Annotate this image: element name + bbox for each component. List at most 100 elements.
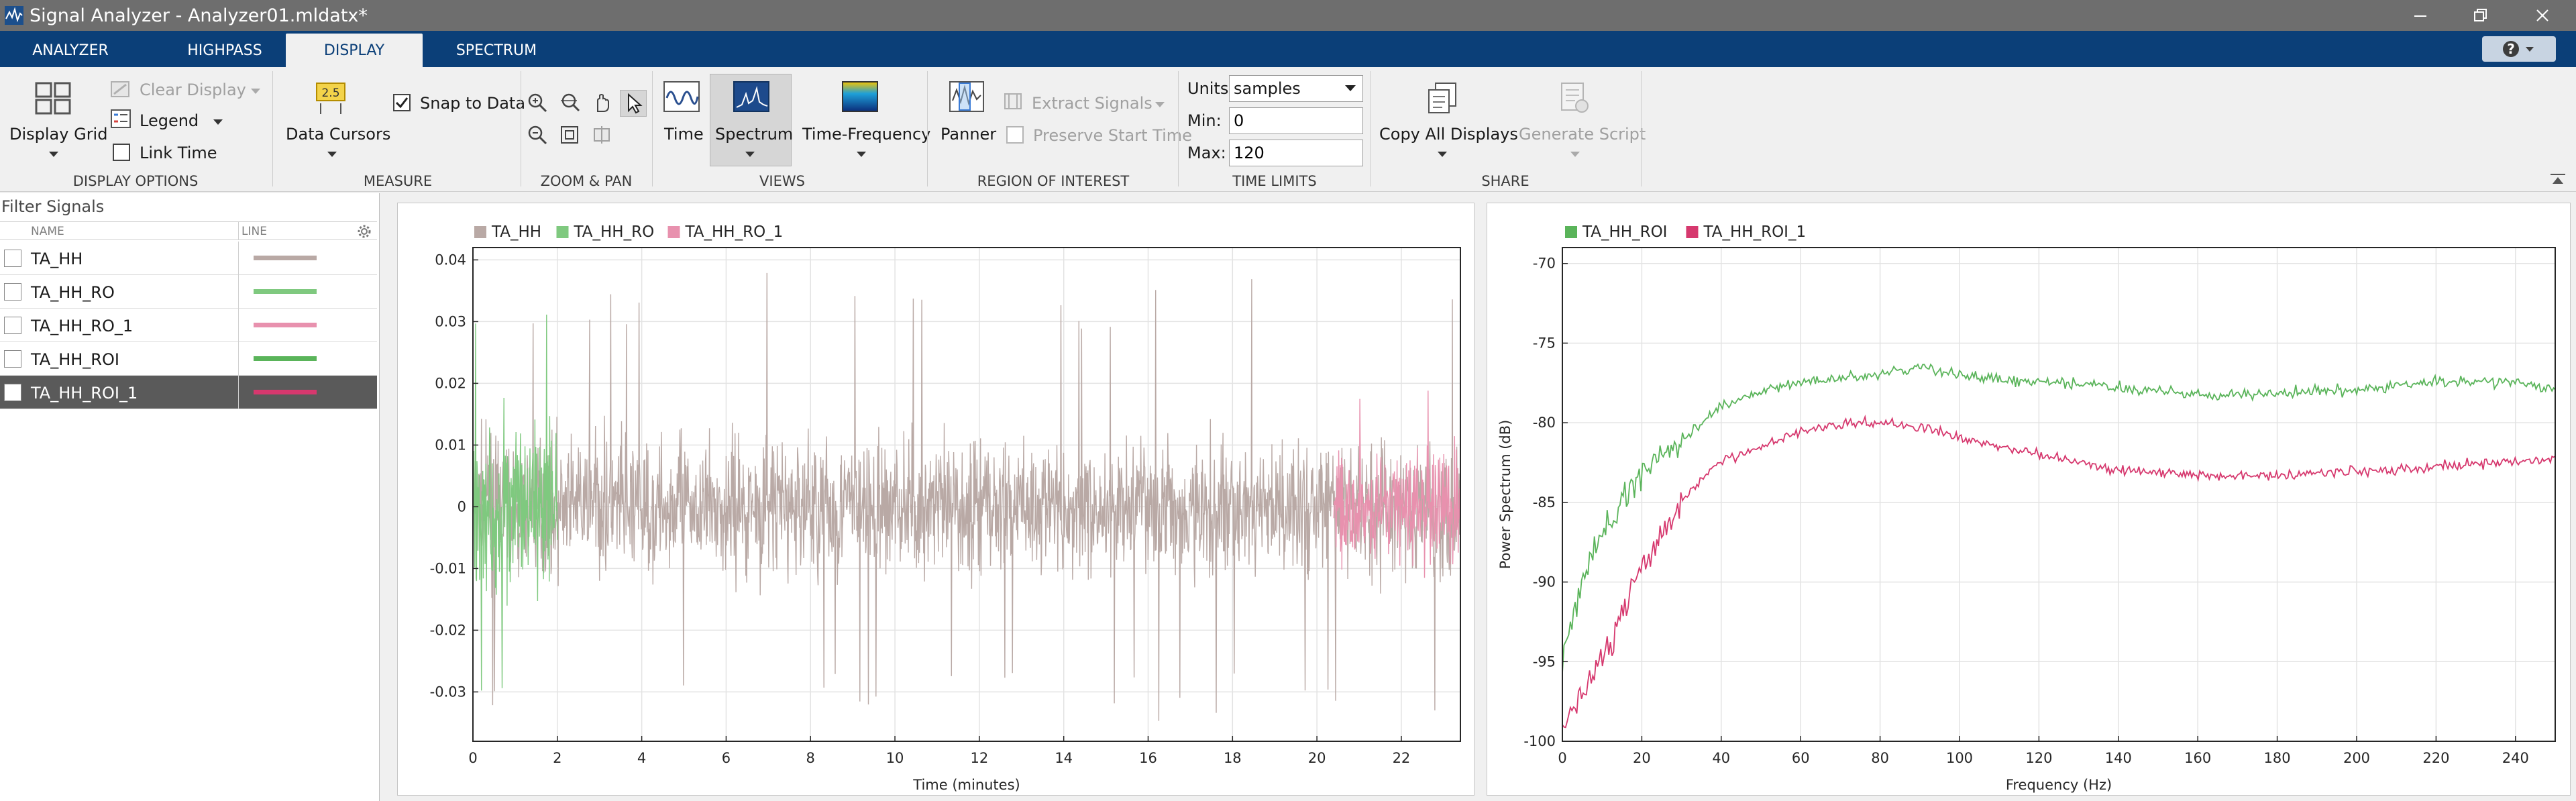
views-group-label: VIEWS bbox=[759, 173, 805, 189]
line-style-swatch[interactable] bbox=[254, 356, 317, 361]
spectrum-chart[interactable]: 0 20 40 60 80 100 120 140 160 180 200 220 240 -100 -95… bbox=[1487, 203, 2571, 796]
data-cursors-dropdown-icon[interactable] bbox=[327, 152, 337, 157]
legend-entry: TA_HH_ROI_1 bbox=[1703, 223, 1807, 241]
svg-text:?: ? bbox=[2507, 41, 2515, 57]
help-button[interactable]: ? bbox=[2482, 36, 2556, 62]
select-tool-button[interactable] bbox=[620, 90, 647, 117]
spectrum-plot-panel[interactable]: 0 20 40 60 80 100 120 140 160 180 200 220 240 -100 -95… bbox=[1487, 203, 2571, 796]
chevron-down-icon bbox=[1345, 85, 1356, 91]
restore-button[interactable] bbox=[2449, 0, 2513, 31]
fit-to-view-icon[interactable] bbox=[559, 125, 580, 145]
zoom-x-icon[interactable] bbox=[559, 93, 581, 113]
close-icon bbox=[2536, 9, 2548, 21]
signal-name: TA_HH_ROI bbox=[31, 350, 119, 369]
tab-highpass[interactable]: HIGHPASS bbox=[161, 34, 288, 67]
signal-table-panel: Filter Signals NAME LINE TA_HH TA_HH_RO TA… bbox=[0, 193, 380, 801]
display-grid-button[interactable]: Display Grid bbox=[9, 125, 107, 144]
time-frequency-dropdown-icon[interactable] bbox=[857, 152, 866, 157]
max-input[interactable] bbox=[1229, 140, 1363, 166]
units-select-value: samples bbox=[1234, 79, 1301, 98]
display-grid-dropdown-icon[interactable] bbox=[49, 152, 58, 157]
spectrum-dropdown-icon[interactable] bbox=[745, 152, 755, 157]
y-tick-label: 0.03 bbox=[435, 313, 466, 329]
snap-to-data-checkbox[interactable] bbox=[393, 94, 411, 111]
filter-signals-input[interactable]: Filter Signals bbox=[1, 197, 104, 216]
tab-spectrum[interactable]: SPECTRUM bbox=[436, 34, 557, 67]
close-button[interactable] bbox=[2510, 0, 2575, 31]
units-select[interactable]: samples bbox=[1229, 75, 1363, 102]
signal-checkbox[interactable] bbox=[4, 283, 21, 301]
table-row[interactable]: TA_HH_RO bbox=[0, 275, 377, 309]
signal-checkbox[interactable] bbox=[4, 384, 21, 401]
gear-icon[interactable] bbox=[357, 224, 372, 239]
extract-signals-dropdown-icon[interactable] bbox=[1155, 102, 1165, 107]
x-tick-label: 200 bbox=[2343, 750, 2370, 766]
signal-name: TA_HH_ROI_1 bbox=[31, 384, 138, 403]
time-view-button[interactable]: Time bbox=[664, 125, 704, 144]
time-plot-panel[interactable]: 0 2 4 6 8 10 12 14 16 18 20 22 -0.03 -0.02 -0.01 0 0.01 0… bbox=[397, 203, 1474, 796]
line-style-swatch[interactable] bbox=[254, 256, 317, 260]
snap-to-data-label: Snap to Data bbox=[420, 94, 526, 113]
signal-checkbox[interactable] bbox=[4, 317, 21, 334]
min-input[interactable] bbox=[1229, 107, 1363, 134]
panner-button[interactable]: Panner bbox=[941, 125, 996, 144]
signal-analyzer-app-icon bbox=[5, 6, 23, 25]
zoom-y-icon[interactable] bbox=[592, 125, 612, 145]
x-tick-label: 18 bbox=[1224, 750, 1242, 766]
checkmark-icon bbox=[395, 97, 409, 109]
group-separator bbox=[927, 71, 928, 186]
preserve-start-time-checkbox[interactable] bbox=[1006, 126, 1024, 144]
link-time-checkbox[interactable] bbox=[113, 144, 130, 161]
pan-icon[interactable] bbox=[592, 93, 612, 113]
column-header-name[interactable]: NAME bbox=[31, 225, 64, 238]
time-frequency-view-button[interactable]: Time-Frequency bbox=[802, 125, 930, 144]
group-separator bbox=[652, 71, 653, 186]
collapse-toolstrip-icon[interactable] bbox=[2549, 172, 2567, 186]
tab-analyzer[interactable]: ANALYZER bbox=[7, 34, 134, 67]
y-tick-label: -75 bbox=[1533, 335, 1556, 351]
time-domain-chart[interactable]: 0 2 4 6 8 10 12 14 16 18 20 22 -0.03 -0.02 -0.01 0 0.01 0… bbox=[398, 203, 1475, 796]
generate-script-button[interactable]: Generate Script bbox=[1519, 125, 1646, 144]
column-divider bbox=[238, 376, 239, 409]
zoom-in-icon[interactable] bbox=[527, 93, 547, 113]
signal-checkbox[interactable] bbox=[4, 350, 21, 368]
data-cursors-button[interactable]: Data Cursors bbox=[286, 125, 390, 144]
legend-swatch bbox=[667, 226, 680, 238]
copy-all-displays-button[interactable]: Copy All Displays bbox=[1379, 125, 1518, 144]
signal-checkbox[interactable] bbox=[4, 250, 21, 267]
extract-signals-button[interactable]: Extract Signals bbox=[1032, 94, 1152, 113]
time-frequency-view-icon bbox=[842, 81, 878, 112]
spectrum-view-label: Spectrum bbox=[715, 125, 794, 144]
minimize-button[interactable] bbox=[2388, 0, 2453, 31]
x-tick-label: 140 bbox=[2105, 750, 2132, 766]
clear-display-button[interactable]: Clear Display bbox=[140, 81, 246, 99]
column-header-line[interactable]: LINE bbox=[241, 225, 267, 238]
table-row[interactable]: TA_HH bbox=[0, 242, 377, 275]
legend-dropdown-icon[interactable] bbox=[213, 119, 223, 125]
line-style-swatch[interactable] bbox=[254, 323, 317, 327]
copy-all-displays-dropdown-icon[interactable] bbox=[1438, 152, 1447, 157]
column-divider bbox=[238, 242, 239, 275]
column-divider bbox=[238, 222, 239, 239]
line-style-swatch[interactable] bbox=[254, 390, 317, 394]
display-grid-icon bbox=[35, 82, 71, 115]
time-limits-group-label: TIME LIMITS bbox=[1232, 173, 1317, 189]
generate-script-dropdown-icon[interactable] bbox=[1570, 152, 1580, 157]
help-icon: ? bbox=[2503, 41, 2534, 57]
restore-icon bbox=[2474, 9, 2487, 21]
tab-display[interactable]: DISPLAY bbox=[286, 34, 423, 67]
time-view-icon bbox=[663, 81, 700, 112]
x-tick-label: 4 bbox=[637, 750, 646, 766]
table-row[interactable]: TA_HH_ROI bbox=[0, 342, 377, 376]
clear-display-dropdown-icon[interactable] bbox=[251, 89, 260, 94]
y-tick-label: -80 bbox=[1533, 415, 1556, 431]
table-row[interactable]: TA_HH_ROI_1 bbox=[0, 376, 377, 409]
table-row[interactable]: TA_HH_RO_1 bbox=[0, 309, 377, 342]
y-tick-label: -100 bbox=[1523, 733, 1556, 749]
legend-swatch bbox=[1686, 226, 1699, 238]
line-style-swatch[interactable] bbox=[254, 289, 317, 294]
y-tick-label: -70 bbox=[1533, 256, 1556, 272]
preserve-start-time-label: Preserve Start Time bbox=[1033, 126, 1192, 145]
zoom-out-icon[interactable] bbox=[527, 125, 547, 145]
legend-button[interactable]: Legend bbox=[140, 111, 199, 130]
